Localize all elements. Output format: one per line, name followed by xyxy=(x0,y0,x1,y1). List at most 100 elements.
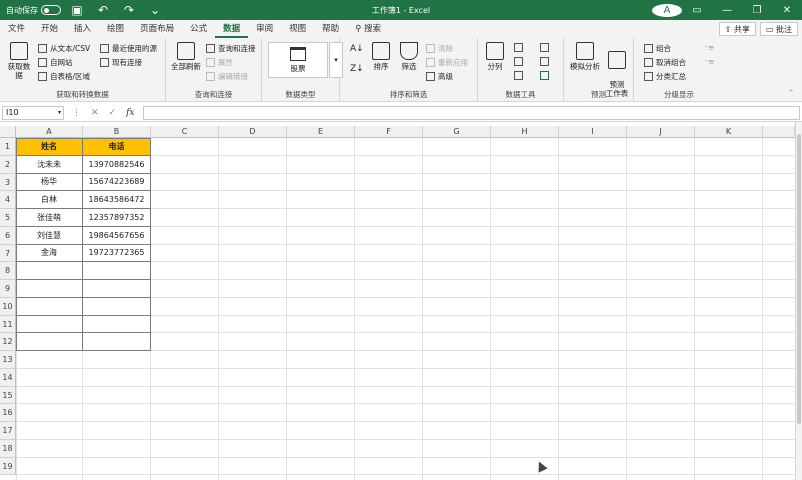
table-cell[interactable]: 19723772365 xyxy=(83,244,151,263)
data-model-button[interactable] xyxy=(540,71,549,80)
maximize-icon[interactable]: ❐ xyxy=(742,5,772,16)
share-button[interactable]: ⇪ 共享 xyxy=(718,22,756,36)
collapse-ribbon-icon[interactable]: ⌃ xyxy=(788,88,794,97)
table-cell[interactable] xyxy=(16,262,83,280)
filter-button[interactable]: 筛选 xyxy=(398,42,420,71)
tab-draw[interactable]: 绘图 xyxy=(99,20,132,38)
tab-formulas[interactable]: 公式 xyxy=(182,20,215,38)
enter-icon[interactable]: ✓ xyxy=(109,108,117,118)
column-header[interactable]: E xyxy=(287,126,355,138)
advanced-button[interactable]: 高级 xyxy=(426,71,453,82)
ungroup-button[interactable]: 取消组合 xyxy=(644,57,686,68)
table-header-cell[interactable]: 电话 xyxy=(83,138,151,156)
toggle-switch[interactable] xyxy=(41,5,61,15)
row-header[interactable]: 6 xyxy=(0,226,16,245)
row-header[interactable]: 11 xyxy=(0,315,16,334)
close-icon[interactable]: ✕ xyxy=(772,5,802,16)
column-header[interactable]: F xyxy=(355,126,423,138)
save-icon[interactable]: ▣ xyxy=(69,3,85,17)
tab-search[interactable]: ⚲ 搜索 xyxy=(347,20,389,38)
column-header[interactable]: B xyxy=(83,126,151,138)
tab-data[interactable]: 数据 xyxy=(215,20,249,38)
sort-az-button[interactable]: A↓ xyxy=(350,44,364,54)
row-header[interactable]: 2 xyxy=(0,155,16,174)
row-header[interactable]: 1 xyxy=(0,138,16,156)
table-cell[interactable] xyxy=(83,262,151,280)
row-header[interactable]: 15 xyxy=(0,386,16,405)
from-web-button[interactable]: 自网站 xyxy=(38,57,73,68)
relationships-button[interactable] xyxy=(540,57,549,66)
existing-connections-button[interactable]: 现有连接 xyxy=(100,57,142,68)
tab-view[interactable]: 视图 xyxy=(281,20,314,38)
column-header[interactable]: J xyxy=(627,126,695,138)
table-cell[interactable] xyxy=(16,315,83,334)
what-if-button[interactable]: 模拟分析 xyxy=(568,42,602,71)
column-header[interactable]: G xyxy=(423,126,491,138)
show-detail-icon[interactable]: ⁺≡ xyxy=(704,43,714,52)
table-cell[interactable]: 杨华 xyxy=(16,173,83,192)
autosave-toggle[interactable]: 自动保存 xyxy=(0,5,61,16)
column-header[interactable]: H xyxy=(491,126,559,138)
table-cell[interactable]: 15674223689 xyxy=(83,173,151,192)
row-header[interactable]: 7 xyxy=(0,244,16,263)
tab-review[interactable]: 审阅 xyxy=(248,20,281,38)
table-cell[interactable]: 白林 xyxy=(16,191,83,209)
table-cell[interactable] xyxy=(83,280,151,298)
table-cell[interactable] xyxy=(83,297,151,316)
group-button[interactable]: 组合 xyxy=(644,43,671,54)
row-header[interactable]: 18 xyxy=(0,439,16,458)
get-data-button[interactable]: 获取数据 xyxy=(6,42,32,80)
column-header[interactable]: K xyxy=(695,126,763,138)
table-cell[interactable]: 金海 xyxy=(16,244,83,263)
queries-connections-button[interactable]: 查询和连接 xyxy=(206,43,256,54)
data-validation-button[interactable] xyxy=(514,71,523,80)
table-cell[interactable]: 19864567656 xyxy=(83,226,151,245)
stocks-button[interactable]: 股票 xyxy=(268,42,328,78)
cancel-icon[interactable]: ✕ xyxy=(91,108,99,118)
column-header[interactable]: A xyxy=(16,126,83,138)
row-header[interactable]: 13 xyxy=(0,351,16,369)
row-header[interactable]: 5 xyxy=(0,209,16,227)
name-box[interactable]: I10 ▾ xyxy=(2,105,64,120)
recent-sources-button[interactable]: 最近使用的源 xyxy=(100,43,157,54)
minimize-icon[interactable]: — xyxy=(712,5,742,16)
tab-page-layout[interactable]: 页面布局 xyxy=(132,20,182,38)
row-header[interactable]: 17 xyxy=(0,422,16,440)
row-header[interactable]: 3 xyxy=(0,173,16,192)
table-cell[interactable]: 13970882546 xyxy=(83,155,151,174)
refresh-all-button[interactable]: 全部刷新 xyxy=(170,42,202,71)
edit-links-button[interactable]: 编辑链接 xyxy=(206,71,248,82)
column-header[interactable]: D xyxy=(219,126,287,138)
table-cell[interactable] xyxy=(16,280,83,298)
table-cell[interactable] xyxy=(16,297,83,316)
scroll-thumb[interactable] xyxy=(797,134,801,424)
spreadsheet-grid[interactable]: ABCDEFGHIJK 1 2 3 4 5 6 7 8 9 10 11 12 13 14 15 16 17 18 1… xyxy=(0,126,795,480)
column-header[interactable]: I xyxy=(559,126,627,138)
sort-button[interactable]: 排序 xyxy=(370,42,392,71)
subtotal-button[interactable]: 分类汇总 xyxy=(644,71,686,82)
tab-home[interactable]: 开始 xyxy=(33,20,66,38)
row-header[interactable]: 10 xyxy=(0,297,16,316)
clear-button[interactable]: 清除 xyxy=(426,43,453,54)
vertical-scrollbar[interactable] xyxy=(795,122,802,480)
consolidate-button[interactable] xyxy=(540,43,549,52)
comments-button[interactable]: ▭ 批注 xyxy=(759,22,798,36)
ribbon-display-icon[interactable]: ▭ xyxy=(682,5,712,16)
reapply-button[interactable]: 重新应用 xyxy=(426,57,468,68)
hide-detail-icon[interactable]: ⁻≡ xyxy=(704,57,714,66)
account[interactable]: A xyxy=(652,3,682,17)
undo-icon[interactable]: ↶ xyxy=(95,3,111,17)
row-header[interactable]: 9 xyxy=(0,280,16,298)
from-table-button[interactable]: 自表格/区域 xyxy=(38,71,90,82)
flash-fill-button[interactable] xyxy=(514,43,523,52)
column-header[interactable]: C xyxy=(151,126,219,138)
from-text-csv-button[interactable]: 从文本/CSV xyxy=(38,43,90,54)
table-cell[interactable]: 沈未未 xyxy=(16,155,83,174)
row-header[interactable]: 4 xyxy=(0,191,16,209)
table-cell[interactable]: 刘佳慧 xyxy=(16,226,83,245)
row-header[interactable]: 8 xyxy=(0,262,16,280)
customize-icon[interactable]: ⌄ xyxy=(147,3,163,17)
redo-icon[interactable]: ↷ xyxy=(121,3,137,17)
text-to-columns-button[interactable]: 分列 xyxy=(484,42,506,71)
table-cell[interactable] xyxy=(83,315,151,334)
